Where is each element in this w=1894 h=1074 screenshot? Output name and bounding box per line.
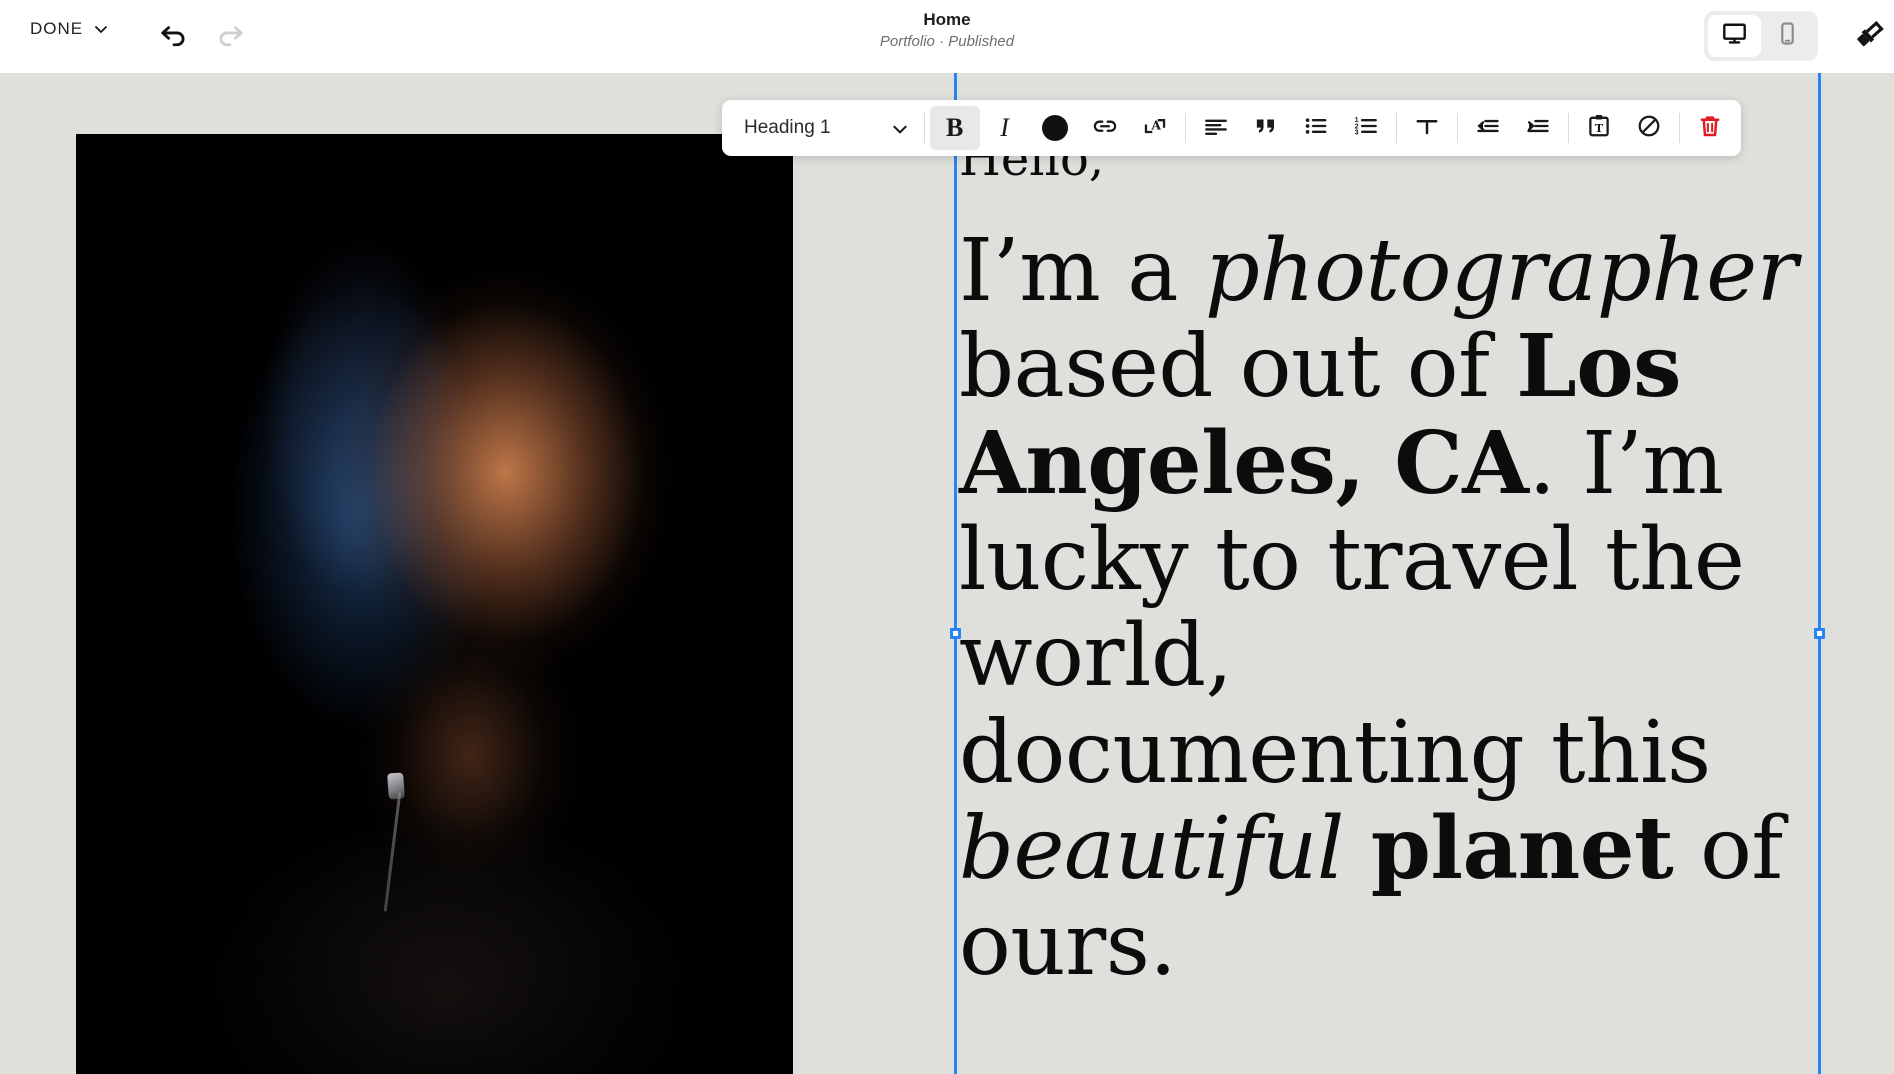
blockquote-button[interactable] (1241, 106, 1291, 150)
redo-button[interactable] (208, 14, 252, 58)
indent-icon (1524, 112, 1552, 145)
svg-text:3: 3 (1354, 128, 1358, 136)
page-title: Home (0, 9, 1894, 31)
headline-paragraph[interactable]: I’m a photographer based out of Los Ange… (959, 223, 1814, 994)
bulleted-list-icon (1302, 112, 1330, 145)
chevron-down-icon (891, 120, 907, 136)
undo-arrow-icon (159, 19, 189, 54)
headline-run-1: photographer (1205, 221, 1797, 321)
done-button[interactable]: DONE (30, 19, 109, 39)
device-preview-toggle[interactable] (1704, 11, 1818, 61)
toolbar-separator (1396, 113, 1397, 143)
headline-run-7: planet (1371, 798, 1674, 899)
device-toggle-desktop[interactable] (1708, 15, 1761, 57)
clear-formatting-button[interactable] (1624, 106, 1674, 150)
text-format-toolbar: Heading 1 B I A (722, 100, 1741, 156)
toolbar-separator (1679, 113, 1680, 143)
paragraph-style-value: Heading 1 (744, 117, 831, 139)
paste-as-text-button[interactable]: T (1574, 106, 1624, 150)
page-subtitle: Portfolio · Published (0, 31, 1894, 52)
outdent-button[interactable] (1463, 106, 1513, 150)
color-swatch-icon (1042, 115, 1068, 141)
italic-icon: I (1000, 113, 1009, 143)
text-size-button[interactable]: A (1130, 106, 1180, 150)
portrait-photograph[interactable] (76, 134, 793, 1074)
desktop-monitor-icon (1722, 21, 1747, 51)
link-button[interactable] (1080, 106, 1130, 150)
redo-arrow-icon (215, 19, 245, 54)
svg-text:T: T (1594, 120, 1603, 134)
photo-vignette (76, 134, 793, 1074)
bulleted-list-button[interactable] (1291, 106, 1341, 150)
align-button[interactable] (1191, 106, 1241, 150)
toolbar-separator (924, 113, 925, 143)
rich-text-content[interactable]: Hello, I’m a photographer based out of L… (959, 135, 1814, 994)
done-button-label: DONE (30, 19, 83, 39)
indent-button[interactable] (1513, 106, 1563, 150)
numbered-list-icon: 1 2 3 (1352, 112, 1380, 145)
mobile-phone-icon (1775, 21, 1800, 51)
text-size-icon: A (1141, 112, 1169, 145)
horizontal-rule-icon (1413, 112, 1441, 145)
quote-icon (1252, 112, 1280, 145)
toolbar-separator (1457, 113, 1458, 143)
align-left-icon (1202, 112, 1230, 145)
toolbar-separator (1568, 113, 1569, 143)
selected-text-block[interactable]: Hello, I’m a photographer based out of L… (954, 73, 1821, 1074)
numbered-list-button[interactable]: 1 2 3 (1341, 106, 1391, 150)
headline-run-5: beautiful (959, 799, 1344, 899)
editor-top-bar: DONE Home Portfolio · Published (0, 0, 1894, 73)
selection-edge-left (954, 73, 957, 1074)
headline-run-2: based out of (959, 317, 1516, 417)
delete-button[interactable] (1685, 106, 1735, 150)
undo-button[interactable] (152, 14, 196, 58)
paste-text-icon: T (1585, 112, 1613, 145)
horizontal-rule-button[interactable] (1402, 106, 1452, 150)
chevron-down-icon (93, 21, 109, 37)
site-canvas[interactable]: Hello, I’m a photographer based out of L… (0, 73, 1894, 1074)
document-title-block: Home Portfolio · Published (0, 9, 1894, 52)
paragraph-style-select[interactable]: Heading 1 (728, 106, 919, 150)
bold-button[interactable]: B (930, 106, 980, 150)
theme-brush-button[interactable] (1848, 14, 1892, 58)
clear-formatting-icon (1635, 112, 1663, 145)
italic-button[interactable]: I (980, 106, 1030, 150)
link-icon (1091, 112, 1119, 145)
outdent-icon (1474, 112, 1502, 145)
text-color-button[interactable] (1030, 106, 1080, 150)
toolbar-separator (1185, 113, 1186, 143)
resize-handle-right[interactable] (1814, 628, 1825, 639)
headline-run-6 (1344, 799, 1371, 899)
bold-icon: B (946, 113, 963, 143)
headline-run-0: I’m a (959, 221, 1205, 321)
trash-icon (1696, 112, 1724, 145)
device-toggle-mobile[interactable] (1761, 15, 1814, 57)
paintbrush-icon (1852, 16, 1888, 57)
selection-edge-right (1818, 73, 1821, 1074)
